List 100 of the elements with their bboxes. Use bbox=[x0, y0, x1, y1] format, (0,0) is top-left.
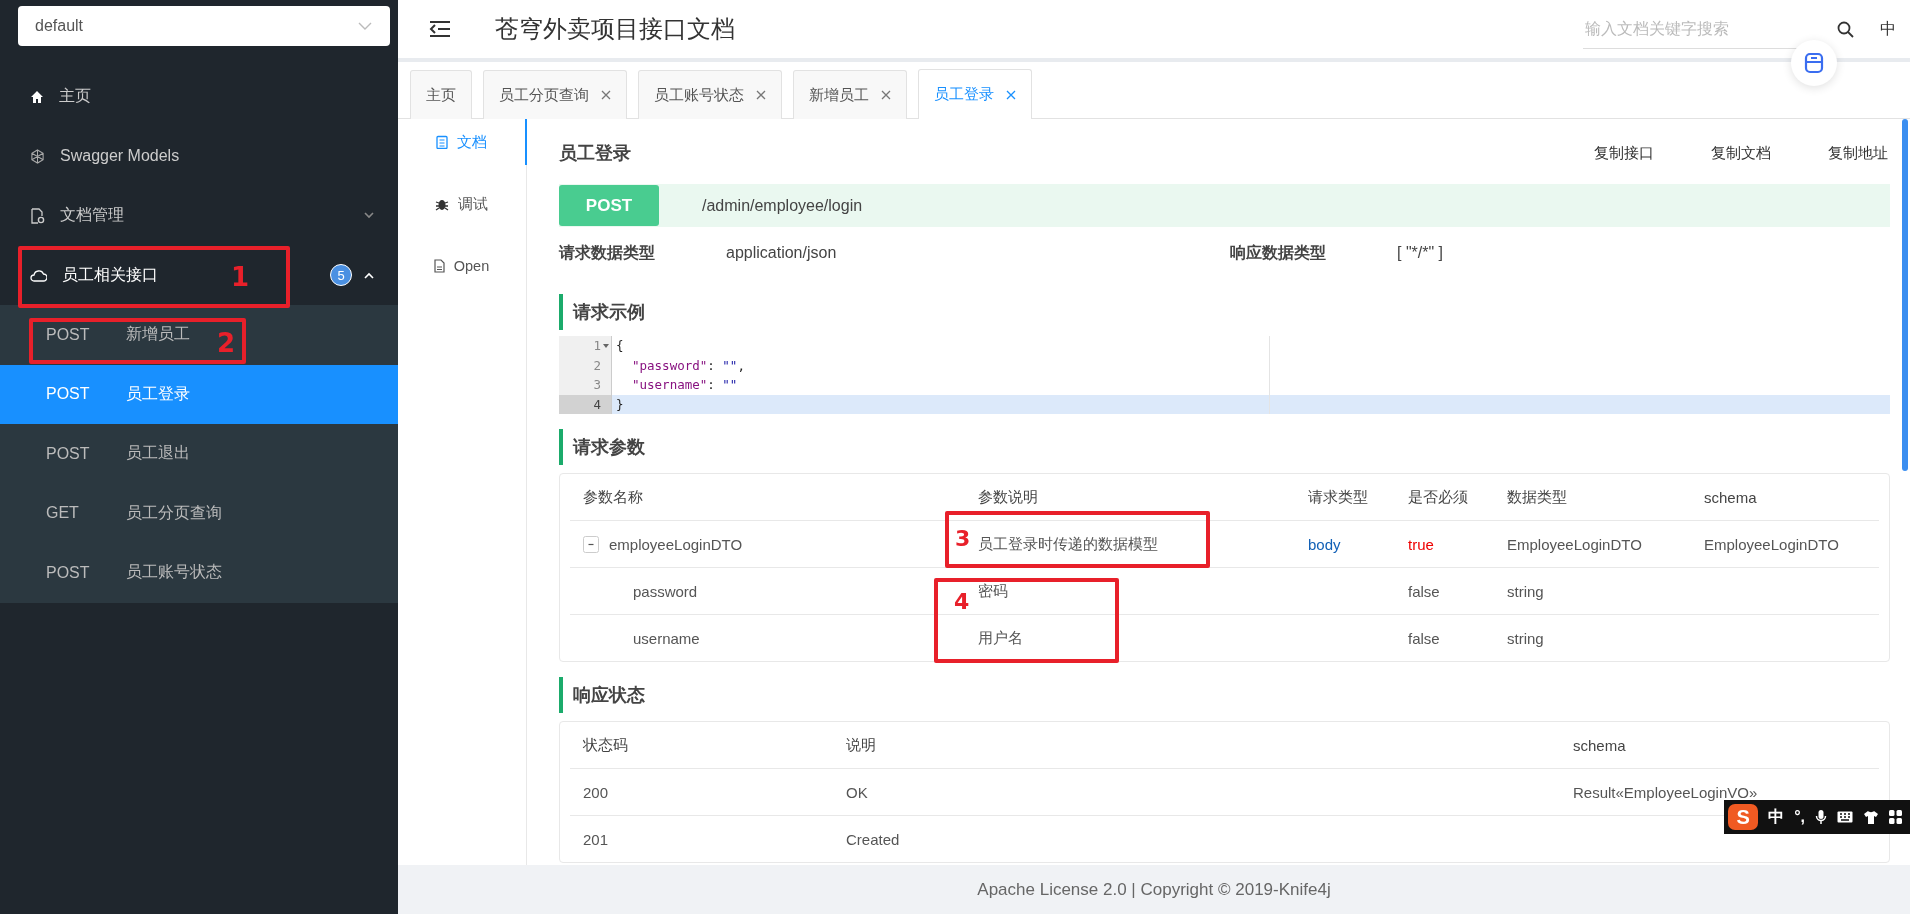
method-label: GET bbox=[46, 504, 80, 523]
grid-icon[interactable] bbox=[1889, 810, 1902, 824]
search-icon[interactable] bbox=[1837, 20, 1854, 38]
chevron-icon bbox=[364, 271, 374, 279]
column-header: schema bbox=[1703, 487, 1758, 508]
code-line: } bbox=[611, 394, 624, 414]
table-cell: 200 bbox=[583, 783, 609, 801]
line-number: 1 bbox=[593, 338, 601, 354]
table-cell: body bbox=[1308, 535, 1341, 553]
layout-icon bbox=[1804, 52, 1824, 74]
shirt-icon[interactable] bbox=[1863, 810, 1879, 824]
close-icon[interactable] bbox=[601, 90, 611, 100]
menu-label: 主页 bbox=[59, 86, 91, 107]
group-select[interactable]: default bbox=[18, 6, 390, 46]
menu-label: 员工相关接口 bbox=[62, 264, 158, 285]
endpoint-path: /admin/employee/login bbox=[702, 196, 863, 215]
annotation-number: 1 bbox=[231, 261, 250, 292]
menu-item[interactable]: 主页 bbox=[0, 67, 398, 127]
table-cell: true bbox=[1408, 535, 1434, 553]
method-label: POST bbox=[46, 385, 91, 404]
field-label: 响应数据类型 bbox=[1230, 242, 1327, 263]
table-cell: OK bbox=[846, 783, 868, 801]
table-cell: employeeLoginDTO bbox=[609, 535, 743, 553]
code-line: "password": "", bbox=[611, 355, 745, 375]
section-heading: 响应状态 bbox=[559, 677, 1890, 713]
api-title: 员工登录 bbox=[559, 142, 631, 165]
column-header: 说明 bbox=[845, 734, 877, 755]
endpoint-label: 员工分页查询 bbox=[126, 502, 222, 523]
annotation-number: 3 bbox=[955, 526, 971, 551]
copy-link[interactable]: 复制地址 bbox=[1828, 143, 1888, 163]
table-cell: 201 bbox=[583, 830, 609, 848]
column-header: schema bbox=[1572, 735, 1627, 756]
menu-label: 文档管理 bbox=[60, 205, 124, 226]
endpoint-label: 新增员工 bbox=[126, 324, 190, 345]
annotation-number: 4 bbox=[954, 589, 970, 614]
page-title: 苍穹外卖项目接口文档 bbox=[495, 14, 735, 44]
tab[interactable]: 主页 bbox=[410, 70, 472, 119]
endpoint-item[interactable]: GET 员工分页查询 bbox=[0, 483, 398, 543]
table-cell: 员工登录时传递的数据模型 bbox=[978, 534, 1158, 554]
menu-icon[interactable] bbox=[429, 20, 451, 38]
field-value: [ "*/*" ] bbox=[1397, 244, 1444, 262]
section-heading: 请求参数 bbox=[559, 429, 1890, 465]
tab[interactable]: 员工账号状态 bbox=[638, 70, 782, 119]
code-line: "username": "" bbox=[611, 375, 738, 395]
column-header: 请求类型 bbox=[1307, 486, 1369, 507]
table-cell: username bbox=[633, 629, 700, 647]
language-label[interactable]: 中 bbox=[1880, 18, 1896, 40]
table-cell: password bbox=[633, 582, 698, 600]
field-label: 请求数据类型 bbox=[559, 242, 656, 263]
floating-button[interactable] bbox=[1791, 40, 1837, 86]
column-header: 数据类型 bbox=[1506, 486, 1568, 507]
punctuation-toggle[interactable]: °, bbox=[1794, 808, 1805, 826]
table-cell: EmployeeLoginDTO bbox=[1704, 535, 1839, 553]
microphone-icon[interactable] bbox=[1815, 809, 1827, 825]
input-mode-toggle[interactable]: 中 bbox=[1768, 806, 1785, 828]
field-value: application/json bbox=[726, 244, 838, 262]
tab[interactable]: 新增员工 bbox=[793, 70, 907, 119]
menu-item[interactable]: 员工相关接口 1 5 bbox=[0, 245, 398, 305]
method-label: POST bbox=[46, 325, 91, 344]
fold-caret-icon[interactable] bbox=[603, 343, 609, 348]
table-cell: 密码 bbox=[978, 581, 1008, 601]
column-header: 参数名称 bbox=[582, 486, 644, 507]
column-header: 状态码 bbox=[582, 734, 629, 755]
search-field[interactable]: 输入文档关键字搜索 bbox=[1583, 9, 1807, 49]
side-tab[interactable]: 调试 bbox=[398, 173, 527, 235]
table-cell: 用户名 bbox=[978, 628, 1023, 648]
chevron-down-icon bbox=[358, 22, 372, 30]
column-header: 是否必须 bbox=[1407, 486, 1469, 507]
menu-label: Swagger Models bbox=[60, 147, 180, 166]
section-heading: 请求示例 bbox=[559, 294, 1890, 330]
keyboard-icon[interactable] bbox=[1837, 811, 1853, 823]
tab[interactable]: 员工分页查询 bbox=[483, 70, 627, 119]
chevron-icon bbox=[364, 212, 374, 220]
collapse-toggle[interactable] bbox=[583, 535, 599, 553]
table-cell: Created bbox=[846, 830, 900, 848]
endpoint-item[interactable]: POST 新增员工 2 bbox=[0, 305, 398, 365]
scrollbar[interactable] bbox=[1902, 119, 1908, 471]
line-number: 2 bbox=[593, 357, 601, 373]
table-cell: string bbox=[1507, 582, 1544, 600]
endpoint-item[interactable]: POST 员工账号状态 bbox=[0, 543, 398, 603]
side-tab[interactable]: Open bbox=[398, 235, 527, 297]
line-number: 3 bbox=[593, 377, 601, 393]
copy-link[interactable]: 复制文档 bbox=[1711, 143, 1771, 163]
footer-text: Apache License 2.0 | Copyright © 2019-Knife4j bbox=[977, 879, 1331, 900]
close-icon[interactable] bbox=[1006, 89, 1016, 100]
method-badge: POST bbox=[559, 185, 659, 226]
table-cell: EmployeeLoginDTO bbox=[1507, 535, 1642, 553]
copy-link[interactable]: 复制接口 bbox=[1594, 143, 1654, 163]
table-cell: Result«EmployeeLoginVO» bbox=[1573, 783, 1758, 801]
method-label: POST bbox=[46, 444, 91, 463]
menu-item[interactable]: 文档管理 bbox=[0, 186, 398, 246]
hexagon-icon bbox=[30, 148, 45, 164]
menu-item[interactable]: Swagger Models bbox=[0, 126, 398, 186]
endpoint-label: 员工登录 bbox=[126, 383, 190, 404]
close-icon[interactable] bbox=[756, 90, 766, 100]
close-icon[interactable] bbox=[881, 90, 891, 100]
file-icon bbox=[433, 259, 445, 273]
count-badge: 5 bbox=[330, 264, 352, 287]
endpoint-item[interactable]: POST 员工退出 bbox=[0, 424, 398, 484]
code-line: { bbox=[611, 336, 624, 356]
